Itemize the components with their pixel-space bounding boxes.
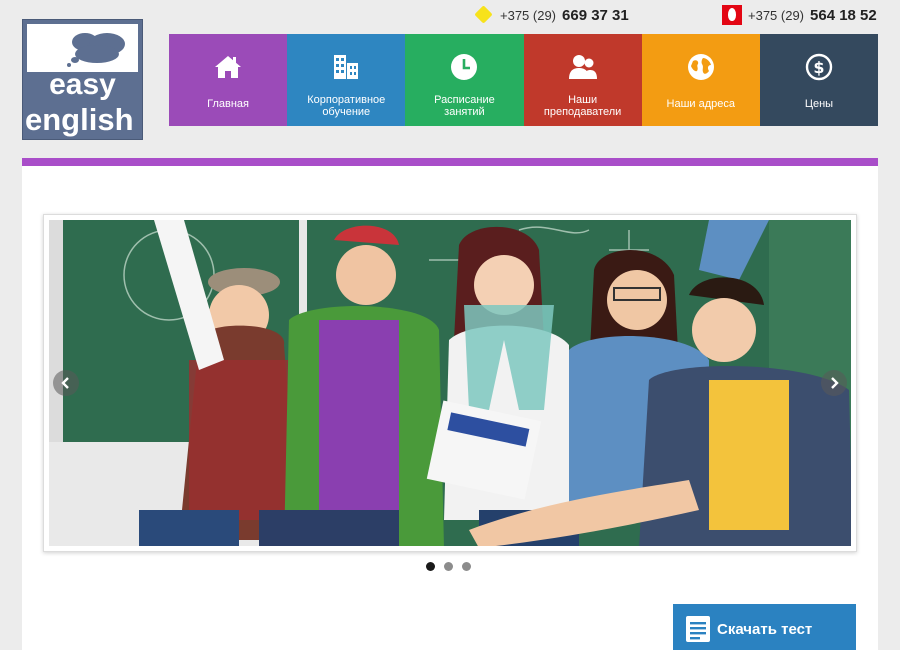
chevron-right-icon <box>831 377 839 389</box>
phone-life[interactable]: +375 (29) 669 37 31 <box>474 5 629 25</box>
image-slider <box>43 214 857 552</box>
cloud-icon <box>67 33 125 67</box>
logo-word-english: english <box>25 102 134 137</box>
slider-dot-3[interactable] <box>462 562 471 571</box>
nav-item-corporate[interactable]: Корпоративное обучение <box>287 34 406 126</box>
slide-image <box>49 220 851 546</box>
nav-item-addresses[interactable]: Наши адреса <box>641 34 760 126</box>
site-logo[interactable]: easy english <box>22 19 143 140</box>
students-photo <box>49 220 851 546</box>
nav-label: Главная <box>207 98 250 110</box>
slider-dot-1[interactable] <box>426 562 435 571</box>
main-nav: Главная Корпоративное обучение Расписани… <box>169 34 879 126</box>
nav-label: Расписание занятий <box>434 94 495 118</box>
phone-number: 564 18 52 <box>810 6 877 24</box>
slider-prev-button[interactable] <box>53 370 79 396</box>
globe-icon <box>686 52 716 82</box>
phone-prefix: +375 (29) <box>748 7 805 23</box>
download-test-button[interactable]: Скачать тест <box>673 604 856 650</box>
phone-prefix: +375 (29) <box>500 7 557 23</box>
chevron-left-icon <box>61 377 69 389</box>
logo-cloud-area <box>27 24 138 72</box>
accent-bar <box>22 158 878 166</box>
nav-item-schedule[interactable]: Расписание занятий <box>405 34 524 126</box>
logo-word-easy: easy <box>49 68 116 101</box>
svg-text:$: $ <box>813 58 824 77</box>
phone-mts[interactable]: +375 (29) 564 18 52 <box>722 5 877 25</box>
nav-label: Наши адреса <box>666 98 736 110</box>
buildings-icon <box>331 52 361 82</box>
nav-label: Корпоративное обучение <box>307 94 386 118</box>
slider-dot-2[interactable] <box>444 562 453 571</box>
slider-dots <box>426 562 471 571</box>
dollar-icon: $ <box>804 52 834 82</box>
nav-label: Наши преподаватели <box>543 94 622 118</box>
life-diamond-icon <box>474 7 494 23</box>
teachers-icon <box>568 52 598 82</box>
clock-icon <box>449 52 479 82</box>
mts-egg-icon <box>722 5 742 25</box>
slider-next-button[interactable] <box>821 370 847 396</box>
home-icon <box>213 52 243 82</box>
nav-label: Цены <box>804 98 834 110</box>
download-test-label: Скачать тест <box>717 620 813 638</box>
document-icon <box>686 616 710 642</box>
nav-item-teachers[interactable]: Наши преподаватели <box>523 34 642 126</box>
nav-item-home[interactable]: Главная <box>169 34 288 126</box>
phone-number: 669 37 31 <box>562 6 629 24</box>
nav-item-prices[interactable]: $ Цены <box>759 34 879 126</box>
